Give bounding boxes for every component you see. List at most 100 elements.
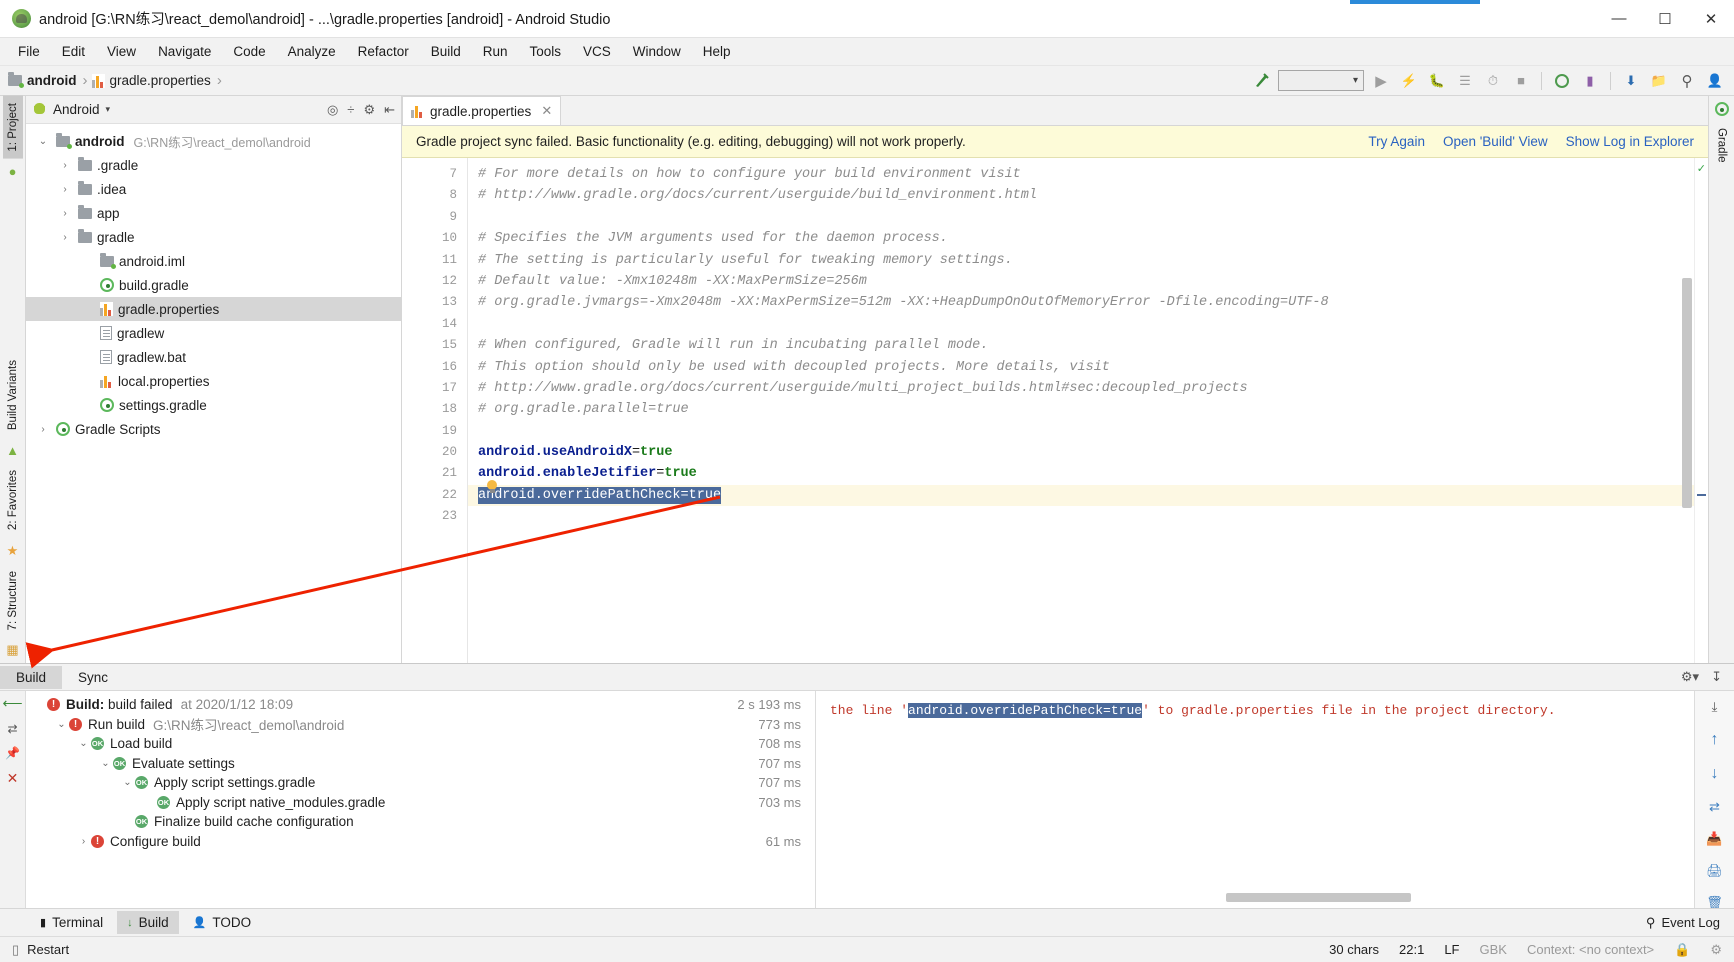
breadcrumb-gradle-properties[interactable]: gradle.properties xyxy=(91,73,213,88)
menu-help[interactable]: Help xyxy=(693,41,741,62)
run-configurations-dropdown[interactable]: ▾ xyxy=(1278,70,1364,91)
event-log-label[interactable]: Event Log xyxy=(1661,915,1720,930)
status-line-separator[interactable]: LF xyxy=(1444,942,1459,957)
stop-icon[interactable]: ■ xyxy=(1510,70,1532,92)
editor-scrollbar-thumb[interactable] xyxy=(1682,278,1692,508)
bottom-tab-terminal[interactable]: ▮ Terminal xyxy=(30,911,113,934)
hide-icon[interactable]: ⇤ xyxy=(384,102,395,118)
build-tree-expand-arrow[interactable]: › xyxy=(76,836,91,847)
prev-occurrence-icon[interactable]: ↑ xyxy=(1711,731,1719,749)
print-icon[interactable]: 🖨 xyxy=(1706,863,1723,879)
restart-icon[interactable]: ⟵ xyxy=(2,695,22,712)
attach-debugger-icon[interactable]: ☰ xyxy=(1454,70,1476,92)
build-tree-row[interactable]: ›! Configure build 61 ms xyxy=(26,832,815,852)
code-line[interactable]: # This option should only be used with d… xyxy=(468,357,1694,378)
menu-tools[interactable]: Tools xyxy=(520,41,572,62)
menu-window[interactable]: Window xyxy=(623,41,691,62)
settings-icon[interactable]: ⚙ xyxy=(363,102,375,118)
build-tree-row[interactable]: OK Finalize build cache configuration xyxy=(26,812,815,832)
chevron-down-icon[interactable]: ▾ xyxy=(106,104,111,115)
sync-gradle-icon[interactable] xyxy=(1551,70,1573,92)
code-line[interactable]: android.enableJetifier=true xyxy=(468,463,1694,484)
apply-changes-icon[interactable]: ⚡ xyxy=(1398,70,1420,92)
code-line[interactable]: # When configured, Gradle will run in in… xyxy=(468,335,1694,356)
tab-build[interactable]: Build xyxy=(0,665,63,689)
status-restart-label[interactable]: Restart xyxy=(27,942,69,957)
lock-icon[interactable]: 🔒 xyxy=(1674,942,1690,958)
project-tree-row[interactable]: ›settings.gradle xyxy=(26,393,401,417)
close-icon[interactable]: ✕ xyxy=(541,103,552,119)
project-tree-row[interactable]: › .idea xyxy=(26,177,401,201)
menu-edit[interactable]: Edit xyxy=(52,41,95,62)
bottom-tab-todo[interactable]: 👤 TODO xyxy=(183,911,261,934)
hide-window-icon[interactable]: ↧ xyxy=(1711,669,1722,685)
project-tree-row[interactable]: ›gradlew.bat xyxy=(26,345,401,369)
intention-bulb-icon[interactable] xyxy=(486,480,498,494)
code-line[interactable]: # org.gradle.parallel=true xyxy=(468,399,1694,420)
tab-sync[interactable]: Sync xyxy=(62,666,124,689)
code-line[interactable] xyxy=(468,506,1694,527)
build-output-detail[interactable]: the line 'android.overridePathCheck=true… xyxy=(816,691,1694,908)
menu-code[interactable]: Code xyxy=(223,41,275,62)
close-icon[interactable]: ✕ xyxy=(7,770,19,787)
project-tree-row[interactable]: ›gradle.properties xyxy=(26,297,401,321)
search-everywhere-icon[interactable]: ⚲ xyxy=(1676,70,1698,92)
project-tree-row[interactable]: ›gradlew xyxy=(26,321,401,345)
error-stripe-marker-column[interactable]: ✓ xyxy=(1694,158,1708,663)
code-line[interactable]: # Default value: -Xmx10248m -XX:MaxPermS… xyxy=(468,271,1694,292)
menu-view[interactable]: View xyxy=(97,41,146,62)
code-line[interactable]: android.useAndroidX=true xyxy=(468,442,1694,463)
code-line[interactable]: # http://www.gradle.org/docs/current/use… xyxy=(468,378,1694,399)
build-tree-row[interactable]: ⌄ OK Evaluate settings 707 ms xyxy=(26,754,815,774)
code-line[interactable]: # org.gradle.jvmargs=-Xmx2048m -XX:MaxPe… xyxy=(468,292,1694,313)
detail-horizontal-scrollbar[interactable] xyxy=(1226,893,1411,902)
settings-gear-icon[interactable]: ⚙▾ xyxy=(1681,669,1699,685)
project-structure-icon[interactable]: 📁 xyxy=(1648,70,1670,92)
export-icon[interactable]: ⤓ xyxy=(1712,699,1718,715)
editor-area[interactable]: 7 8 9 10 11 12 13 14 15 16 17 18 19 20 21 22 23 # For mo… xyxy=(402,158,1708,663)
project-tree-row[interactable]: ›build.gradle xyxy=(26,273,401,297)
tree-expand-arrow[interactable]: › xyxy=(58,232,72,243)
build-tree-row[interactable]: OK Apply script native_modules.gradle 703 … xyxy=(26,793,815,813)
menu-navigate[interactable]: Navigate xyxy=(148,41,221,62)
debug-icon[interactable]: 🐛 xyxy=(1426,70,1448,92)
avd-manager-icon[interactable]: ▮ xyxy=(1579,70,1601,92)
menu-file[interactable]: File xyxy=(8,41,50,62)
code-line[interactable]: # Specifies the JVM arguments used for t… xyxy=(468,228,1694,249)
project-tree-row[interactable]: ›android.iml xyxy=(26,249,401,273)
next-occurrence-icon[interactable]: ↓ xyxy=(1711,765,1719,783)
project-tree-row[interactable]: › app xyxy=(26,201,401,225)
code-line[interactable]: android.overridePathCheck=true xyxy=(468,484,1694,507)
build-tree-row[interactable]: ⌄! Run build G:\RN练习\react_demol\android 77… xyxy=(26,715,815,735)
code-line[interactable] xyxy=(468,207,1694,228)
filter-icon[interactable]: ⇄ xyxy=(1709,799,1720,815)
menu-build[interactable]: Build xyxy=(421,41,471,62)
menu-vcs[interactable]: VCS xyxy=(573,41,621,62)
tree-expand-arrow[interactable]: › xyxy=(36,424,50,435)
code-line[interactable]: # http://www.gradle.org/docs/current/use… xyxy=(468,185,1694,206)
project-tree-row[interactable]: › .gradle xyxy=(26,153,401,177)
status-caret-position[interactable]: 22:1 xyxy=(1399,942,1424,957)
make-project-icon[interactable] xyxy=(1250,70,1272,92)
menu-run[interactable]: Run xyxy=(473,41,518,62)
build-tree-expand-arrow[interactable]: ⌄ xyxy=(120,777,135,788)
tree-expand-arrow[interactable]: › xyxy=(58,208,72,219)
code-line[interactable]: # For more details on how to configure y… xyxy=(468,164,1694,185)
code-content[interactable]: # For more details on how to configure y… xyxy=(468,158,1694,663)
export-to-file-icon[interactable]: 📥 xyxy=(1706,831,1722,847)
user-account-icon[interactable]: 👤 xyxy=(1704,70,1726,92)
editor-tab-gradle-properties[interactable]: gradle.properties ✕ xyxy=(402,96,562,125)
sdk-manager-icon[interactable]: ⬇ xyxy=(1620,70,1642,92)
menu-analyze[interactable]: Analyze xyxy=(278,41,346,62)
sidebar-item-project[interactable]: 1: Project xyxy=(2,96,23,159)
close-button[interactable]: ✕ xyxy=(1688,0,1734,38)
code-line[interactable] xyxy=(468,314,1694,335)
try-again-link[interactable]: Try Again xyxy=(1368,134,1425,149)
profile-icon[interactable]: ⏱ xyxy=(1482,70,1504,92)
build-tree-row[interactable]: ⌄ OK Load build 708 ms xyxy=(26,734,815,754)
run-icon[interactable]: ▶ xyxy=(1370,70,1392,92)
code-line[interactable] xyxy=(468,421,1694,442)
menu-refactor[interactable]: Refactor xyxy=(348,41,419,62)
code-line[interactable]: # The setting is particularly useful for… xyxy=(468,250,1694,271)
build-tree-row[interactable]: ⌄ OK Apply script settings.gradle 707 ms xyxy=(26,773,815,793)
